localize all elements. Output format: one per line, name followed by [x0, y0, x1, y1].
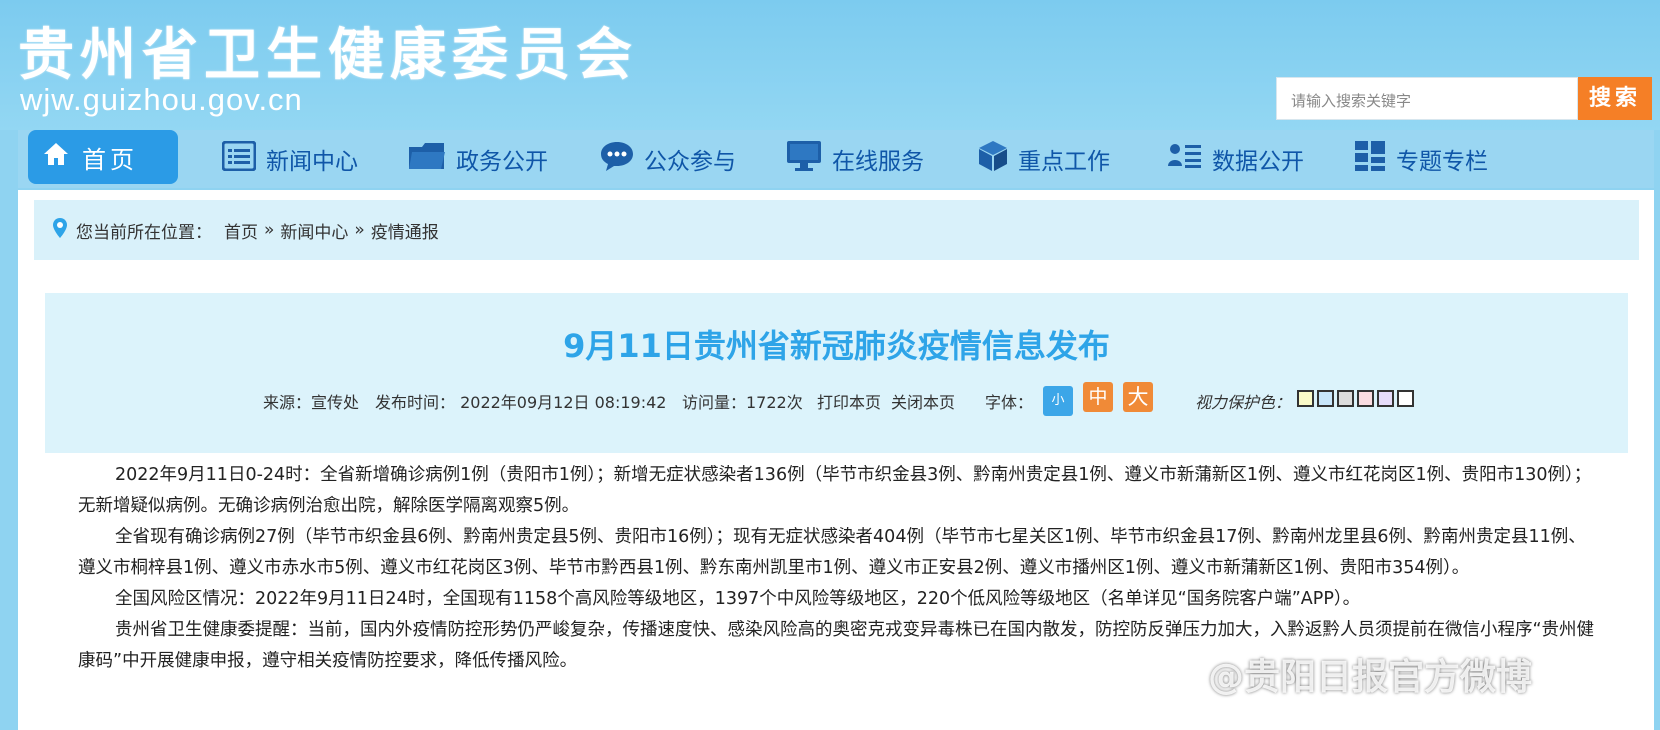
- grid-icon: [1354, 140, 1386, 178]
- nav-item-news[interactable]: 新闻中心: [221, 130, 358, 188]
- breadcrumb-separator: »: [264, 220, 275, 240]
- font-small-button[interactable]: 小: [1043, 386, 1073, 416]
- nav-label: 首页: [82, 145, 138, 174]
- search-button[interactable]: 搜索: [1578, 77, 1652, 120]
- header: 贵州省卫生健康委员会 wjw.guizhou.gov.cn 请输入搜索关键字 搜…: [0, 0, 1660, 130]
- eye-color-swatch[interactable]: [1297, 390, 1314, 407]
- nav-item-key-work[interactable]: 重点工作: [978, 130, 1110, 188]
- font-large-button[interactable]: 大: [1123, 382, 1153, 412]
- eye-color-swatch[interactable]: [1337, 390, 1354, 407]
- search-input[interactable]: 请输入搜索关键字: [1276, 77, 1578, 120]
- nav-label: 政务公开: [456, 149, 548, 175]
- monitor-icon: [786, 140, 822, 178]
- nav-label: 新闻中心: [266, 149, 358, 175]
- article-views: 访问量：1722次: [682, 393, 803, 412]
- article-paragraph: 全国风险区情况：2022年9月11日24时，全国现有1158个高风险等级地区，1…: [115, 589, 1361, 609]
- nav-label: 专题专栏: [1396, 149, 1488, 175]
- breadcrumb-news[interactable]: 新闻中心: [280, 218, 348, 243]
- article-source: 来源：宣传处: [263, 393, 360, 412]
- eye-color-swatch[interactable]: [1317, 390, 1334, 407]
- article-meta: 来源：宣传处 发布时间： 2022年09月12日 08:19:42 访问量：17…: [45, 382, 1628, 416]
- nav-label: 重点工作: [1018, 149, 1110, 175]
- print-link[interactable]: 打印本页: [817, 389, 881, 413]
- breadcrumb-home[interactable]: 首页: [224, 218, 258, 243]
- home-icon: [42, 141, 70, 173]
- breadcrumb: 您当前所在位置： 首页 » 新闻中心 » 疫情通报: [34, 200, 1639, 260]
- article-paragraph: 全省现有确诊病例27例（毕节市织金县6例、黔南州贵定县5例、贵阳市16例）；现有…: [78, 527, 1586, 578]
- article-body: 2022年9月11日0-24时：全省新增确诊病例1例（贵阳市1例）；新增无症状感…: [78, 460, 1598, 677]
- eye-protect-label: 视力保护色：: [1195, 393, 1292, 412]
- article-header: 9月11日贵州省新冠肺炎疫情信息发布 来源：宣传处 发布时间： 2022年09月…: [45, 293, 1628, 453]
- nav-item-affairs[interactable]: 政务公开: [408, 130, 548, 188]
- eye-color-swatch[interactable]: [1397, 390, 1414, 407]
- breadcrumb-current[interactable]: 疫情通报: [371, 218, 439, 243]
- watermark: @贵阳日报官方微博: [1208, 657, 1533, 698]
- nav-item-data[interactable]: 数据公开: [1168, 130, 1304, 188]
- nav-label: 公众参与: [644, 149, 736, 175]
- people-list-icon: [1168, 142, 1202, 176]
- location-pin-icon: [52, 217, 68, 244]
- font-medium-button[interactable]: 中: [1083, 382, 1113, 412]
- font-size-label: 字体：: [985, 393, 1034, 412]
- cube-icon: [978, 140, 1008, 178]
- main-nav: 首页 新闻中心 政务公开 公众参与 在线服务 重点工作 数据公开 专题专栏: [18, 130, 1654, 188]
- site-url: wjw.guizhou.gov.cn: [20, 82, 303, 117]
- nav-label: 在线服务: [832, 149, 924, 175]
- eye-color-swatch[interactable]: [1377, 390, 1394, 407]
- article-time: 发布时间： 2022年09月12日 08:19:42: [375, 393, 667, 412]
- close-link[interactable]: 关闭本页: [891, 389, 955, 413]
- article-title: 9月11日贵州省新冠肺炎疫情信息发布: [563, 327, 1110, 365]
- nav-label: 数据公开: [1212, 149, 1304, 175]
- list-icon: [221, 140, 257, 177]
- eye-color-swatch[interactable]: [1357, 390, 1374, 407]
- nav-item-topics[interactable]: 专题专栏: [1354, 130, 1488, 188]
- site-title: 贵州省卫生健康委员会: [18, 22, 638, 88]
- nav-item-services[interactable]: 在线服务: [786, 130, 924, 188]
- folder-icon: [408, 141, 446, 177]
- article-paragraph: 2022年9月11日0-24时：全省新增确诊病例1例（贵阳市1例）；新增无症状感…: [78, 465, 1592, 516]
- nav-item-participation[interactable]: 公众参与: [600, 130, 736, 188]
- breadcrumb-separator: »: [354, 220, 365, 240]
- chat-icon: [600, 140, 634, 178]
- nav-item-home[interactable]: 首页: [28, 130, 178, 184]
- breadcrumb-prefix: 您当前所在位置：: [76, 222, 212, 243]
